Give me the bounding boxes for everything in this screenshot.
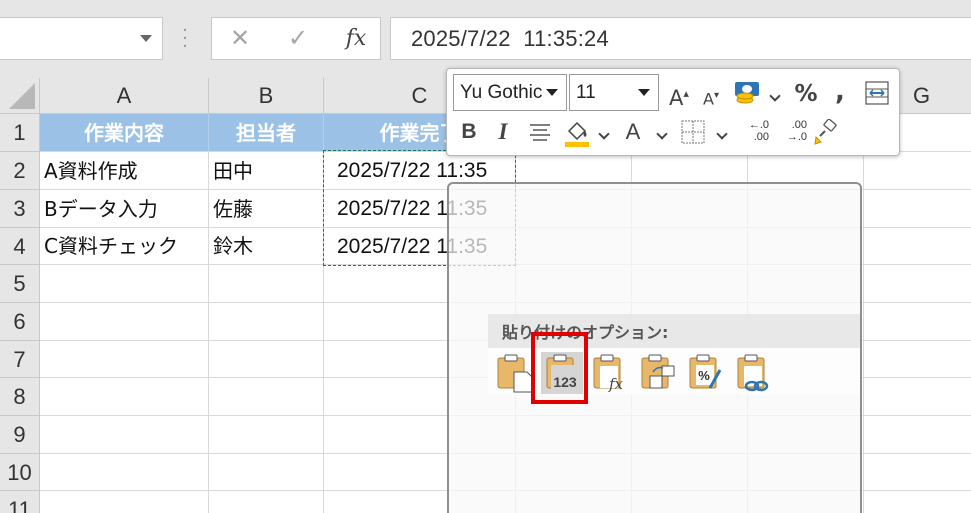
row-header-2[interactable]: 2 xyxy=(0,152,40,190)
cell-b3[interactable]: 佐藤 xyxy=(209,190,324,228)
cell-a1[interactable]: 作業内容 xyxy=(40,114,209,152)
row-header-7[interactable]: 7 xyxy=(0,341,40,378)
row-header-10[interactable]: 10 xyxy=(0,454,40,491)
italic-icon[interactable]: I xyxy=(491,115,515,149)
row-header-8[interactable]: 8 xyxy=(0,378,40,416)
grow-font-icon[interactable]: A▴ xyxy=(666,77,692,111)
font-name-dropdown-icon xyxy=(546,89,558,96)
comma-style-icon[interactable]: , xyxy=(831,75,849,109)
formula-bar: · · · ✕ ✓ fx 2025/7/22 11:35:24 xyxy=(0,0,971,78)
decrease-decimal-bottom: →.0 xyxy=(786,131,807,143)
percent-style-icon[interactable]: % xyxy=(792,77,820,111)
paste-transpose-button[interactable] xyxy=(636,352,678,394)
font-size-dropdown-icon xyxy=(638,89,650,96)
decrease-decimal-top: .00 xyxy=(791,119,807,131)
svg-text:%: % xyxy=(698,368,710,383)
cell-c4-date: 2025/7/22 xyxy=(337,235,431,258)
paste-formulas-icon: fx xyxy=(593,354,624,393)
borders-dropdown-icon[interactable] xyxy=(717,115,729,149)
formula-value: 2025/7/22 11:35:24 xyxy=(411,26,609,51)
accounting-format-icon[interactable] xyxy=(733,79,763,107)
cancel-icon[interactable]: ✕ xyxy=(220,18,260,59)
cell-b4[interactable]: 鈴木 xyxy=(209,228,324,265)
row-header-5[interactable]: 5 xyxy=(0,265,40,303)
row-header-9[interactable]: 9 xyxy=(0,416,40,454)
accounting-dropdown-icon[interactable] xyxy=(770,77,782,111)
svg-text:fx: fx xyxy=(608,375,624,393)
cell-b2[interactable]: 田中 xyxy=(209,152,324,190)
fill-color-icon[interactable] xyxy=(563,117,591,147)
select-all-corner[interactable] xyxy=(0,78,40,114)
font-size-value: 11 xyxy=(576,82,596,103)
decrease-decimal-icon[interactable]: .00 →.0 xyxy=(777,119,807,149)
font-name-select[interactable]: Yu Gothic xyxy=(453,74,567,111)
drag-handle-icon[interactable]: · · · xyxy=(181,22,189,56)
row-header-4[interactable]: 4 xyxy=(0,228,40,265)
font-color-dropdown-icon[interactable] xyxy=(657,115,669,149)
name-box[interactable] xyxy=(0,17,163,60)
format-painter-icon[interactable] xyxy=(813,119,839,145)
cell-a2[interactable]: A資料作成 xyxy=(40,152,209,190)
cell-a3[interactable]: Bデータ入力 xyxy=(40,190,209,228)
paste-formulas-button[interactable]: fx xyxy=(588,352,630,394)
borders-icon[interactable] xyxy=(681,120,705,144)
bold-icon[interactable]: B xyxy=(457,115,481,149)
row-header-6[interactable]: 6 xyxy=(0,303,40,341)
mini-toolbar: Yu Gothic 11 A▴ A▾ % , B I A ←.0 .00 .00… xyxy=(446,68,900,156)
format-painter-layout-icon[interactable] xyxy=(865,81,889,105)
paste-formatting-icon: % xyxy=(689,354,722,389)
name-box-dropdown-icon[interactable] xyxy=(140,35,152,42)
cell-a4[interactable]: C資料チェック xyxy=(40,228,209,265)
row-header-3[interactable]: 3 xyxy=(0,190,40,228)
cell-c3-date: 2025/7/22 xyxy=(337,197,431,220)
fill-color-dropdown-icon[interactable] xyxy=(599,115,611,149)
cell-c2-date: 2025/7/22 xyxy=(337,159,431,182)
check-icon[interactable]: ✓ xyxy=(278,18,318,59)
formula-input[interactable]: 2025/7/22 11:35:24 xyxy=(390,17,971,60)
increase-decimal-icon[interactable]: ←.0 .00 xyxy=(739,119,769,149)
increase-decimal-bottom: .00 xyxy=(753,131,769,143)
highlight-box xyxy=(531,332,588,404)
insert-function-icon[interactable]: fx xyxy=(336,18,376,59)
column-header-a[interactable]: A xyxy=(40,78,209,114)
paste-icon xyxy=(497,354,534,393)
font-size-select[interactable]: 11 xyxy=(569,74,659,111)
select-all-icon xyxy=(9,83,35,109)
grow-font-label: A xyxy=(669,86,684,110)
paste-link-button[interactable] xyxy=(732,352,774,394)
paste-button[interactable] xyxy=(494,352,536,394)
increase-decimal-top: ←.0 xyxy=(748,119,769,131)
paste-link-icon xyxy=(737,354,769,392)
paste-formatting-button[interactable]: % xyxy=(684,352,726,394)
formula-actions: ✕ ✓ fx xyxy=(211,17,381,60)
cell-c2-time: 11:35 xyxy=(436,159,488,182)
shrink-font-label: A xyxy=(703,89,714,109)
center-align-icon[interactable] xyxy=(529,122,551,142)
shrink-font-icon[interactable]: A▾ xyxy=(699,79,723,113)
column-header-b[interactable]: B xyxy=(209,78,324,114)
font-name-value: Yu Gothic xyxy=(460,82,543,103)
cell-b1[interactable]: 担当者 xyxy=(209,114,324,152)
paste-transpose-icon xyxy=(641,354,675,389)
row-header-11[interactable]: 11 xyxy=(0,491,40,513)
row-header-1[interactable]: 1 xyxy=(0,114,40,152)
font-color-icon[interactable]: A xyxy=(621,115,645,149)
